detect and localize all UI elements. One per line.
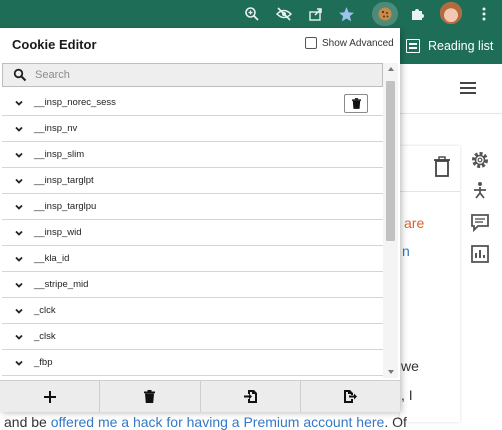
- add-cookie-button[interactable]: [0, 381, 101, 412]
- star-icon[interactable]: [336, 4, 356, 24]
- search-icon: [13, 68, 27, 82]
- page-divider: [400, 113, 502, 114]
- scrollbar[interactable]: [383, 63, 398, 378]
- cookie-row[interactable]: __kla_id: [2, 246, 383, 272]
- trash-icon[interactable]: [432, 156, 452, 178]
- cookie-name: __insp_nv: [34, 123, 78, 134]
- trash-icon: [144, 390, 156, 403]
- reading-list-icon: [406, 39, 420, 53]
- plus-icon: [43, 390, 56, 403]
- accessibility-icon[interactable]: [470, 181, 490, 201]
- cookie-list: __insp_norec_sess __insp_nv __insp_slim __i…: [2, 90, 383, 380]
- cookie-name: __insp_targlpt: [34, 175, 94, 186]
- export-icon: [343, 390, 357, 403]
- cookie-row[interactable]: _fbp: [2, 350, 383, 376]
- show-advanced-label: Show Advanced: [322, 37, 394, 49]
- cookie-name: __insp_norec_sess: [34, 97, 116, 108]
- cookie-row[interactable]: __insp_targlpu: [2, 194, 383, 220]
- cookie-row[interactable]: __insp_targlpt: [2, 168, 383, 194]
- search-bar: [2, 63, 383, 87]
- cookie-name: __kla_id: [34, 253, 70, 264]
- more-vert-icon[interactable]: [474, 4, 494, 24]
- chevron-down-icon[interactable]: [14, 254, 24, 264]
- cookie-name: _clsk: [34, 331, 56, 342]
- cookie-row[interactable]: __insp_norec_sess: [2, 90, 383, 116]
- zoom-icon[interactable]: [242, 4, 262, 24]
- chevron-down-icon[interactable]: [14, 202, 24, 212]
- delete-all-button[interactable]: [100, 381, 201, 412]
- text-fragment: we: [401, 358, 419, 374]
- cookie-row[interactable]: __stripe_mid: [2, 272, 383, 298]
- text-fragment[interactable]: n: [402, 243, 410, 259]
- import-icon: [243, 390, 257, 403]
- cookie-row[interactable]: _clck: [2, 298, 383, 324]
- cookie-row[interactable]: _clsk: [2, 324, 383, 350]
- gear-icon[interactable]: [470, 150, 490, 170]
- browser-toolbar: [0, 0, 502, 28]
- scroll-down-arrow[interactable]: [388, 370, 394, 374]
- delete-cookie-button[interactable]: [344, 94, 368, 113]
- import-button[interactable]: [201, 381, 301, 412]
- text-fragment: , I: [401, 387, 413, 403]
- eye-slash-icon[interactable]: [274, 4, 294, 24]
- scroll-thumb[interactable]: [386, 81, 395, 241]
- action-bar: [0, 380, 400, 412]
- chevron-down-icon[interactable]: [14, 280, 24, 290]
- share-icon[interactable]: [306, 4, 326, 24]
- text-fragment: and be: [4, 414, 51, 430]
- export-button[interactable]: [301, 381, 400, 412]
- chevron-down-icon[interactable]: [14, 228, 24, 238]
- cookie-row[interactable]: __insp_slim: [2, 142, 383, 168]
- trash-icon: [351, 98, 361, 109]
- article-link[interactable]: offered me a hack for having a Premium a…: [51, 414, 385, 430]
- chevron-down-icon[interactable]: [14, 332, 24, 342]
- cookie-name: __stripe_mid: [34, 279, 89, 290]
- chevron-down-icon[interactable]: [14, 98, 24, 108]
- cookie-name: _fbp: [34, 357, 53, 368]
- show-advanced-toggle[interactable]: Show Advanced: [305, 37, 394, 49]
- search-input[interactable]: [35, 69, 335, 81]
- reading-list-button[interactable]: Reading list: [400, 28, 502, 64]
- chevron-down-icon[interactable]: [14, 358, 24, 368]
- scroll-up-arrow[interactable]: [388, 67, 394, 71]
- reading-list-label: Reading list: [428, 39, 494, 53]
- popup-title: Cookie Editor: [12, 37, 97, 52]
- puzzle-icon[interactable]: [408, 4, 428, 24]
- cookie-name: __insp_targlpu: [34, 201, 97, 212]
- cookie-editor-popup: Cookie Editor Show Advanced __insp_norec…: [0, 28, 400, 412]
- article-text: and be offered me a hack for having a Pr…: [4, 414, 407, 430]
- cookie-row[interactable]: __insp_nv: [2, 116, 383, 142]
- text-fragment[interactable]: are: [404, 215, 424, 231]
- hamburger-menu-icon[interactable]: [460, 82, 476, 94]
- show-advanced-checkbox[interactable]: [305, 37, 317, 49]
- chevron-down-icon[interactable]: [14, 176, 24, 186]
- cookie-row[interactable]: __insp_wid: [2, 220, 383, 246]
- avatar[interactable]: [440, 2, 462, 24]
- comment-icon[interactable]: [470, 212, 490, 233]
- cookie-name: __insp_slim: [34, 149, 85, 160]
- cookie-name: __insp_wid: [34, 227, 82, 238]
- chevron-down-icon[interactable]: [14, 306, 24, 316]
- chevron-down-icon[interactable]: [14, 124, 24, 134]
- chevron-down-icon[interactable]: [14, 150, 24, 160]
- text-fragment: . Of: [384, 414, 407, 430]
- cookie-name: _clck: [34, 305, 56, 316]
- cookie-icon[interactable]: [372, 2, 398, 26]
- chart-icon[interactable]: [470, 244, 490, 264]
